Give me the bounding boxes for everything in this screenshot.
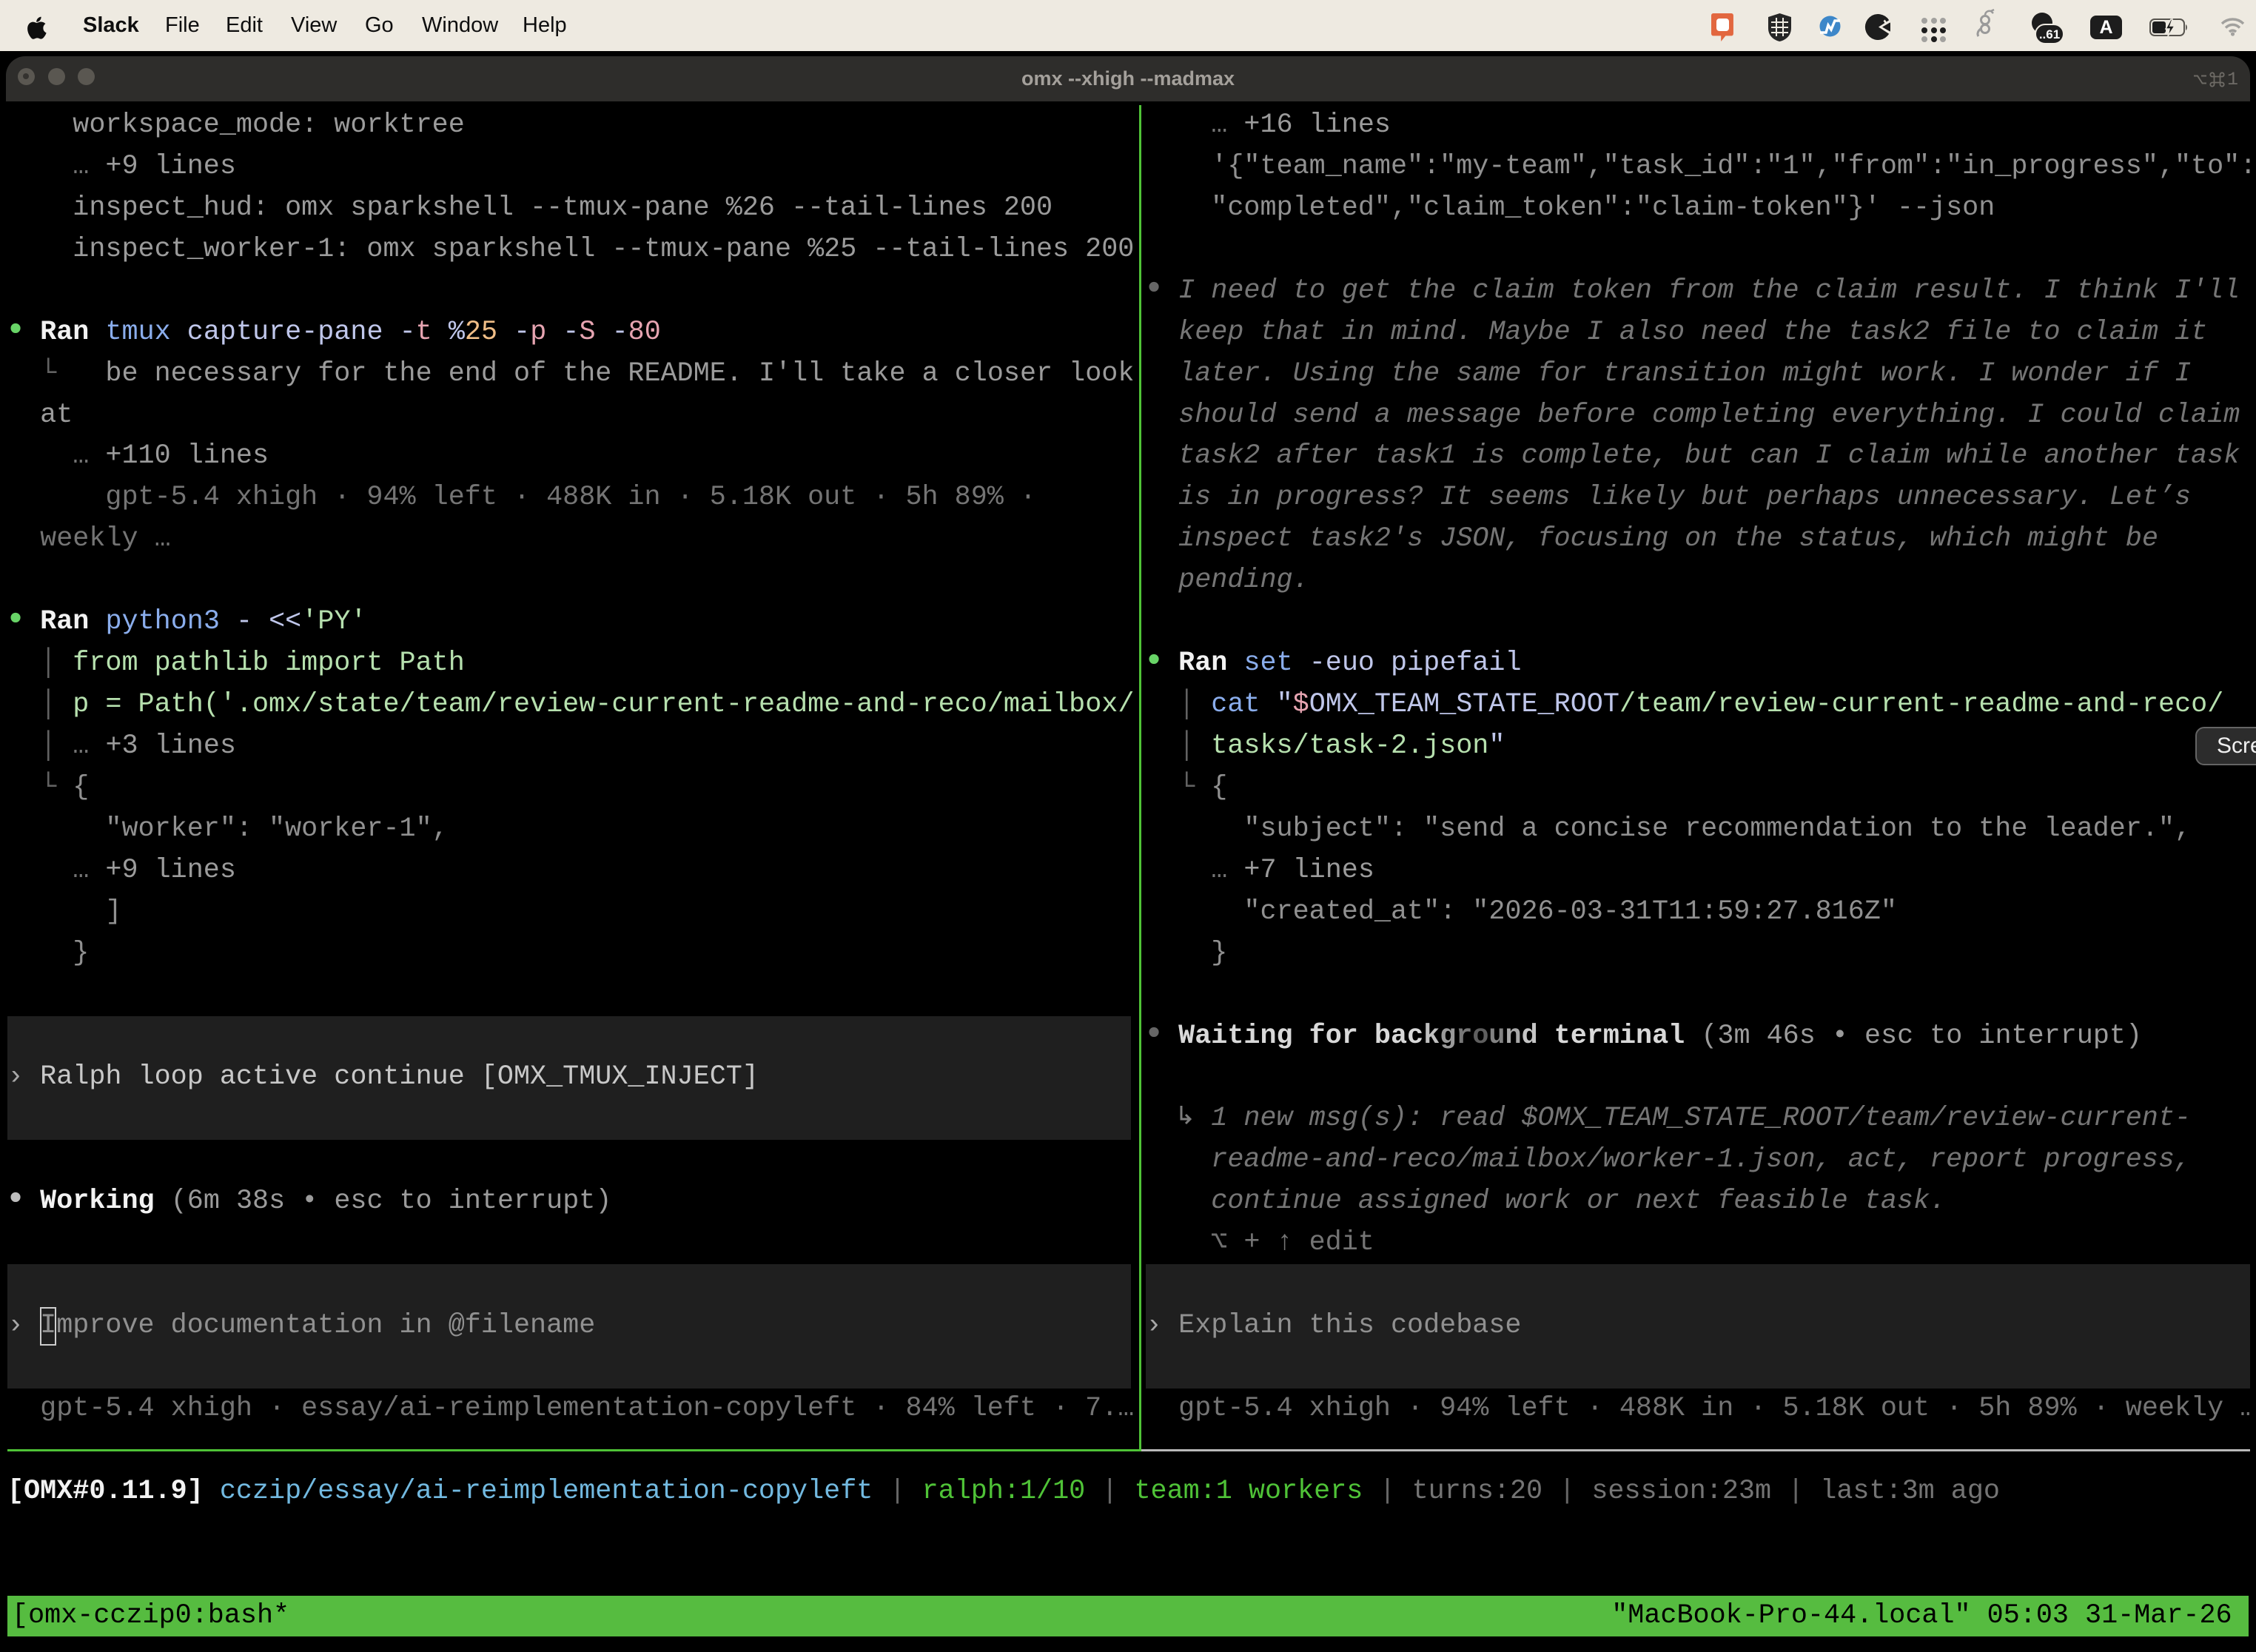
svg-text:..61: ..61	[2039, 27, 2060, 41]
